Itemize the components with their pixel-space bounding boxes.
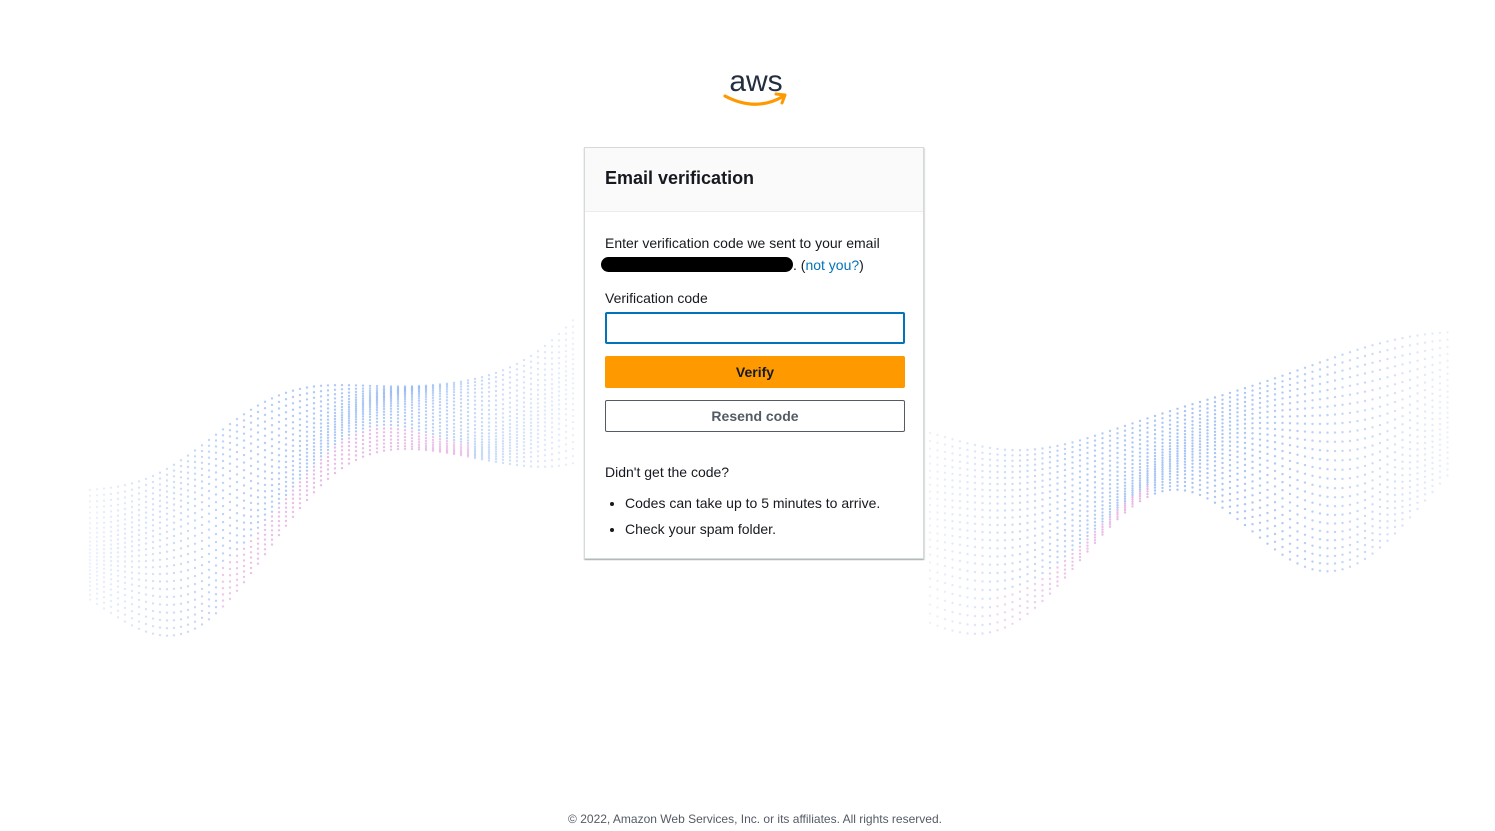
instruction-text: Enter verification code we sent to your … [601,232,903,276]
instruction-label: Enter verification code we sent to your … [605,235,880,251]
verification-code-input[interactable] [605,312,905,344]
redacted-email [601,257,793,272]
verify-button[interactable]: Verify [605,356,905,388]
help-list: Codes can take up to 5 minutes to arrive… [605,490,903,542]
help-item-delay: Codes can take up to 5 minutes to arrive… [625,490,903,516]
card-title: Email verification [605,168,755,188]
resend-code-button[interactable]: Resend code [605,400,905,432]
not-you-suffix: ) [859,257,864,273]
footer-copyright: © 2022, Amazon Web Services, Inc. or its… [568,812,942,826]
aws-logo: aws [722,66,790,114]
card-header: Email verification [585,148,923,212]
aws-smile-icon [723,92,787,106]
help-title: Didn't get the code? [605,464,730,480]
card-body: Enter verification code we sent to your … [585,212,923,542]
not-you-link[interactable]: not you? [805,257,859,273]
help-item-spam: Check your spam folder. [625,516,903,542]
verification-code-label: Verification code [605,290,708,306]
email-verification-card: Email verification Enter verification co… [584,147,924,559]
